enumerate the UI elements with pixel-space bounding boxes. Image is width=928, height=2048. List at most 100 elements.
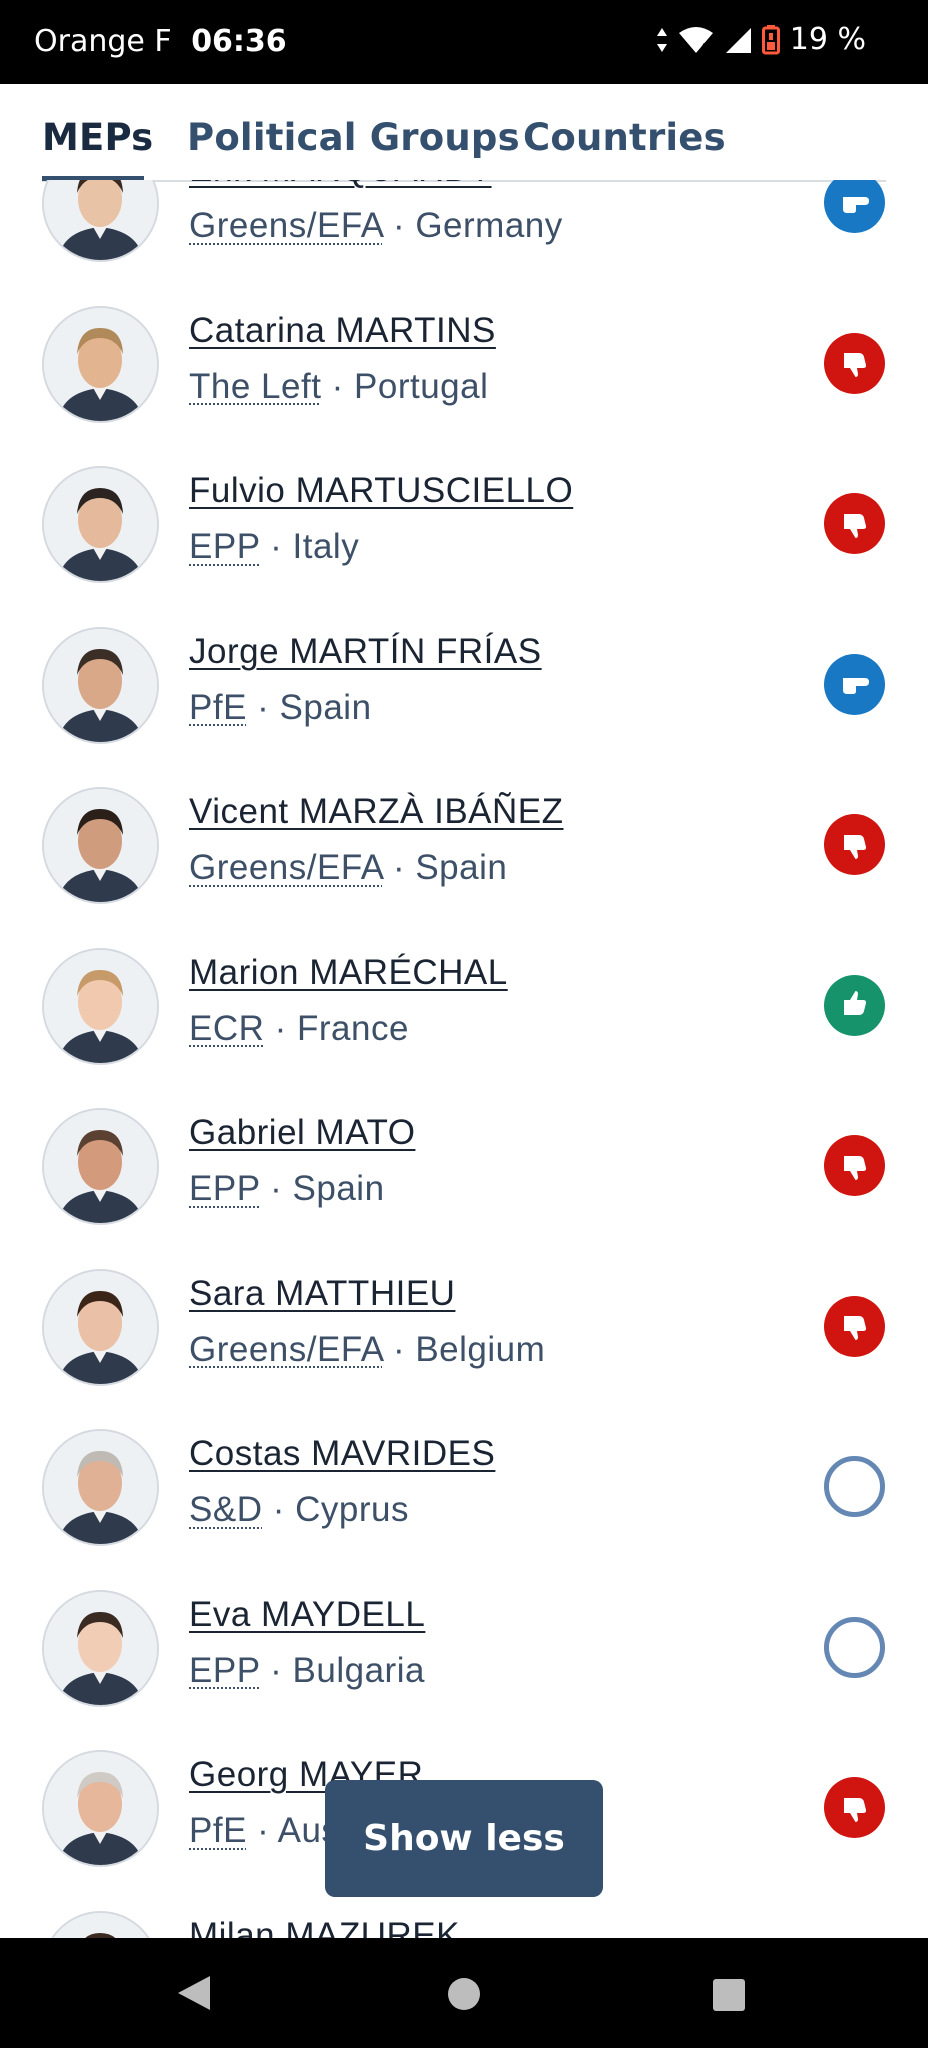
vote-none-icon xyxy=(824,1616,885,1678)
mep-meta: Greens/EFA · Germany xyxy=(189,206,563,246)
status-right: 4 19 % xyxy=(656,22,866,57)
navigation-bar xyxy=(0,1938,928,2048)
country-label: Spain xyxy=(279,687,372,727)
mep-name-link[interactable]: Catarina MARTINS xyxy=(189,311,496,351)
country-label: Belgium xyxy=(415,1329,546,1369)
group-abbr[interactable]: PfE xyxy=(189,688,247,727)
vote-for-icon xyxy=(824,974,885,1036)
mep-row: Costas MAVRIDES S&D · Cyprus xyxy=(0,1394,928,1555)
group-abbr[interactable]: The Left xyxy=(189,367,321,406)
mep-avatar xyxy=(42,626,159,744)
mep-row: Erik MARQUARDT Greens/EFA · Germany xyxy=(0,180,928,271)
mep-meta: S&D · Cyprus xyxy=(189,1490,409,1530)
country-label: Portugal xyxy=(354,366,489,406)
vote-none-icon xyxy=(824,1456,885,1517)
mep-name-link[interactable]: Eva MAYDELL xyxy=(189,1595,425,1635)
group-abbr[interactable]: PfE xyxy=(189,1811,247,1850)
group-abbr[interactable]: EPP xyxy=(189,1651,260,1690)
mep-row: Gabriel MATO EPP · Spain xyxy=(0,1073,928,1234)
separator: · xyxy=(246,1811,278,1850)
mep-name-link[interactable]: Vicent MARZÀ IBÁÑEZ xyxy=(189,792,564,832)
vote-against-icon xyxy=(824,1777,885,1838)
tab-political-groups[interactable]: Political Groups xyxy=(187,116,520,159)
separator: · xyxy=(264,1008,298,1048)
group-abbr[interactable]: EPP xyxy=(189,527,260,566)
wifi-icon: 4 xyxy=(678,26,713,54)
tab-meps[interactable]: MEPs xyxy=(42,116,153,159)
country-label: Bulgaria xyxy=(292,1650,425,1690)
mep-avatar xyxy=(42,466,159,583)
mep-name-link[interactable]: Gabriel MATO xyxy=(189,1113,415,1153)
mep-avatar xyxy=(42,947,159,1065)
mep-meta: EPP · Spain xyxy=(189,1169,385,1209)
mep-name-link[interactable]: Marion MARÉCHAL xyxy=(189,953,508,993)
data-arrows-icon xyxy=(656,27,667,52)
mep-avatar xyxy=(42,1750,159,1867)
mep-row: Sara MATTHIEU Greens/EFA · Belgium xyxy=(0,1234,928,1395)
tab-bar: MEPs Political Groups Countries xyxy=(0,84,928,182)
country-label: Spain xyxy=(292,1169,385,1208)
mep-meta: ECR · France xyxy=(189,1009,409,1049)
mep-meta: EPP · Bulgaria xyxy=(189,1651,425,1691)
battery-icon xyxy=(761,24,780,54)
recents-icon[interactable] xyxy=(713,1979,745,2011)
country-label: Germany xyxy=(415,206,563,245)
status-left: Orange F 06:36 xyxy=(34,24,287,59)
vote-against-icon xyxy=(824,1295,885,1357)
mep-row: Fulvio MARTUSCIELLO EPP · Italy xyxy=(0,431,928,592)
vote-against-icon xyxy=(824,332,885,394)
mep-avatar xyxy=(42,1589,159,1707)
mep-row: Catarina MARTINS The Left · Portugal xyxy=(0,271,928,432)
mep-meta: EPP · Italy xyxy=(189,527,359,567)
group-abbr[interactable]: Greens/EFA xyxy=(189,206,383,245)
mep-name-link[interactable]: Milan MAZUREK xyxy=(189,1916,460,1939)
mep-row: Jorge MARTÍN FRÍAS PfE · Spain xyxy=(0,592,928,753)
mep-meta: The Left · Portugal xyxy=(189,367,488,407)
mep-avatar xyxy=(42,305,159,423)
mep-meta: Greens/EFA · Belgium xyxy=(189,1330,545,1370)
group-abbr[interactable]: Greens/EFA xyxy=(189,848,383,887)
mep-list: Erik MARQUARDT Greens/EFA · Germany Catari… xyxy=(0,180,928,1938)
home-icon[interactable] xyxy=(448,1978,480,2010)
tab-countries[interactable]: Countries xyxy=(523,116,726,159)
group-abbr[interactable]: EPP xyxy=(189,1169,260,1208)
vote-abstain-icon xyxy=(824,180,885,233)
svg-text:4: 4 xyxy=(700,41,707,54)
mep-avatar xyxy=(42,1268,159,1386)
mep-row: Vicent MARZÀ IBÁÑEZ Greens/EFA · Spain xyxy=(0,752,928,913)
mep-avatar xyxy=(42,787,159,904)
mep-name-link[interactable]: Jorge MARTÍN FRÍAS xyxy=(189,632,542,672)
group-abbr[interactable]: Greens/EFA xyxy=(189,1330,383,1369)
battery-percent: 19 % xyxy=(789,22,866,57)
country-label: Cyprus xyxy=(295,1490,409,1529)
signal-icon xyxy=(725,27,751,53)
mep-name-link[interactable]: Costas MAVRIDES xyxy=(189,1434,495,1474)
vote-against-icon xyxy=(824,814,885,875)
group-abbr[interactable]: ECR xyxy=(189,1009,264,1048)
country-label: France xyxy=(297,1008,409,1048)
mep-meta: PfE · Spain xyxy=(189,688,372,728)
separator: · xyxy=(382,848,416,887)
vote-abstain-icon xyxy=(824,653,885,715)
country-label: Italy xyxy=(292,527,360,566)
separator: · xyxy=(246,687,280,727)
separator: · xyxy=(259,527,293,566)
group-abbr[interactable]: S&D xyxy=(189,1490,262,1529)
mep-avatar xyxy=(42,1108,159,1225)
mep-name-link[interactable]: Fulvio MARTUSCIELLO xyxy=(189,471,573,511)
mep-avatar xyxy=(42,180,159,262)
mep-name-link[interactable]: Erik MARQUARDT xyxy=(189,180,492,190)
mep-meta: Greens/EFA · Spain xyxy=(189,848,507,888)
separator: · xyxy=(382,206,416,245)
mep-row: Marion MARÉCHAL ECR · France xyxy=(0,913,928,1074)
mep-name-link[interactable]: Sara MATTHIEU xyxy=(189,1274,455,1314)
show-less-button[interactable]: Show less xyxy=(325,1780,603,1897)
separator: · xyxy=(382,1329,416,1369)
clock: 06:36 xyxy=(191,24,287,59)
separator: · xyxy=(262,1490,296,1529)
mep-row: Eva MAYDELL EPP · Bulgaria xyxy=(0,1555,928,1716)
back-icon[interactable] xyxy=(176,1974,212,2012)
mep-avatar xyxy=(42,1429,159,1546)
status-bar: Orange F 06:36 4 19 % xyxy=(0,0,928,84)
mep-list-viewport[interactable]: Erik MARQUARDT Greens/EFA · Germany Catari… xyxy=(0,180,928,1938)
